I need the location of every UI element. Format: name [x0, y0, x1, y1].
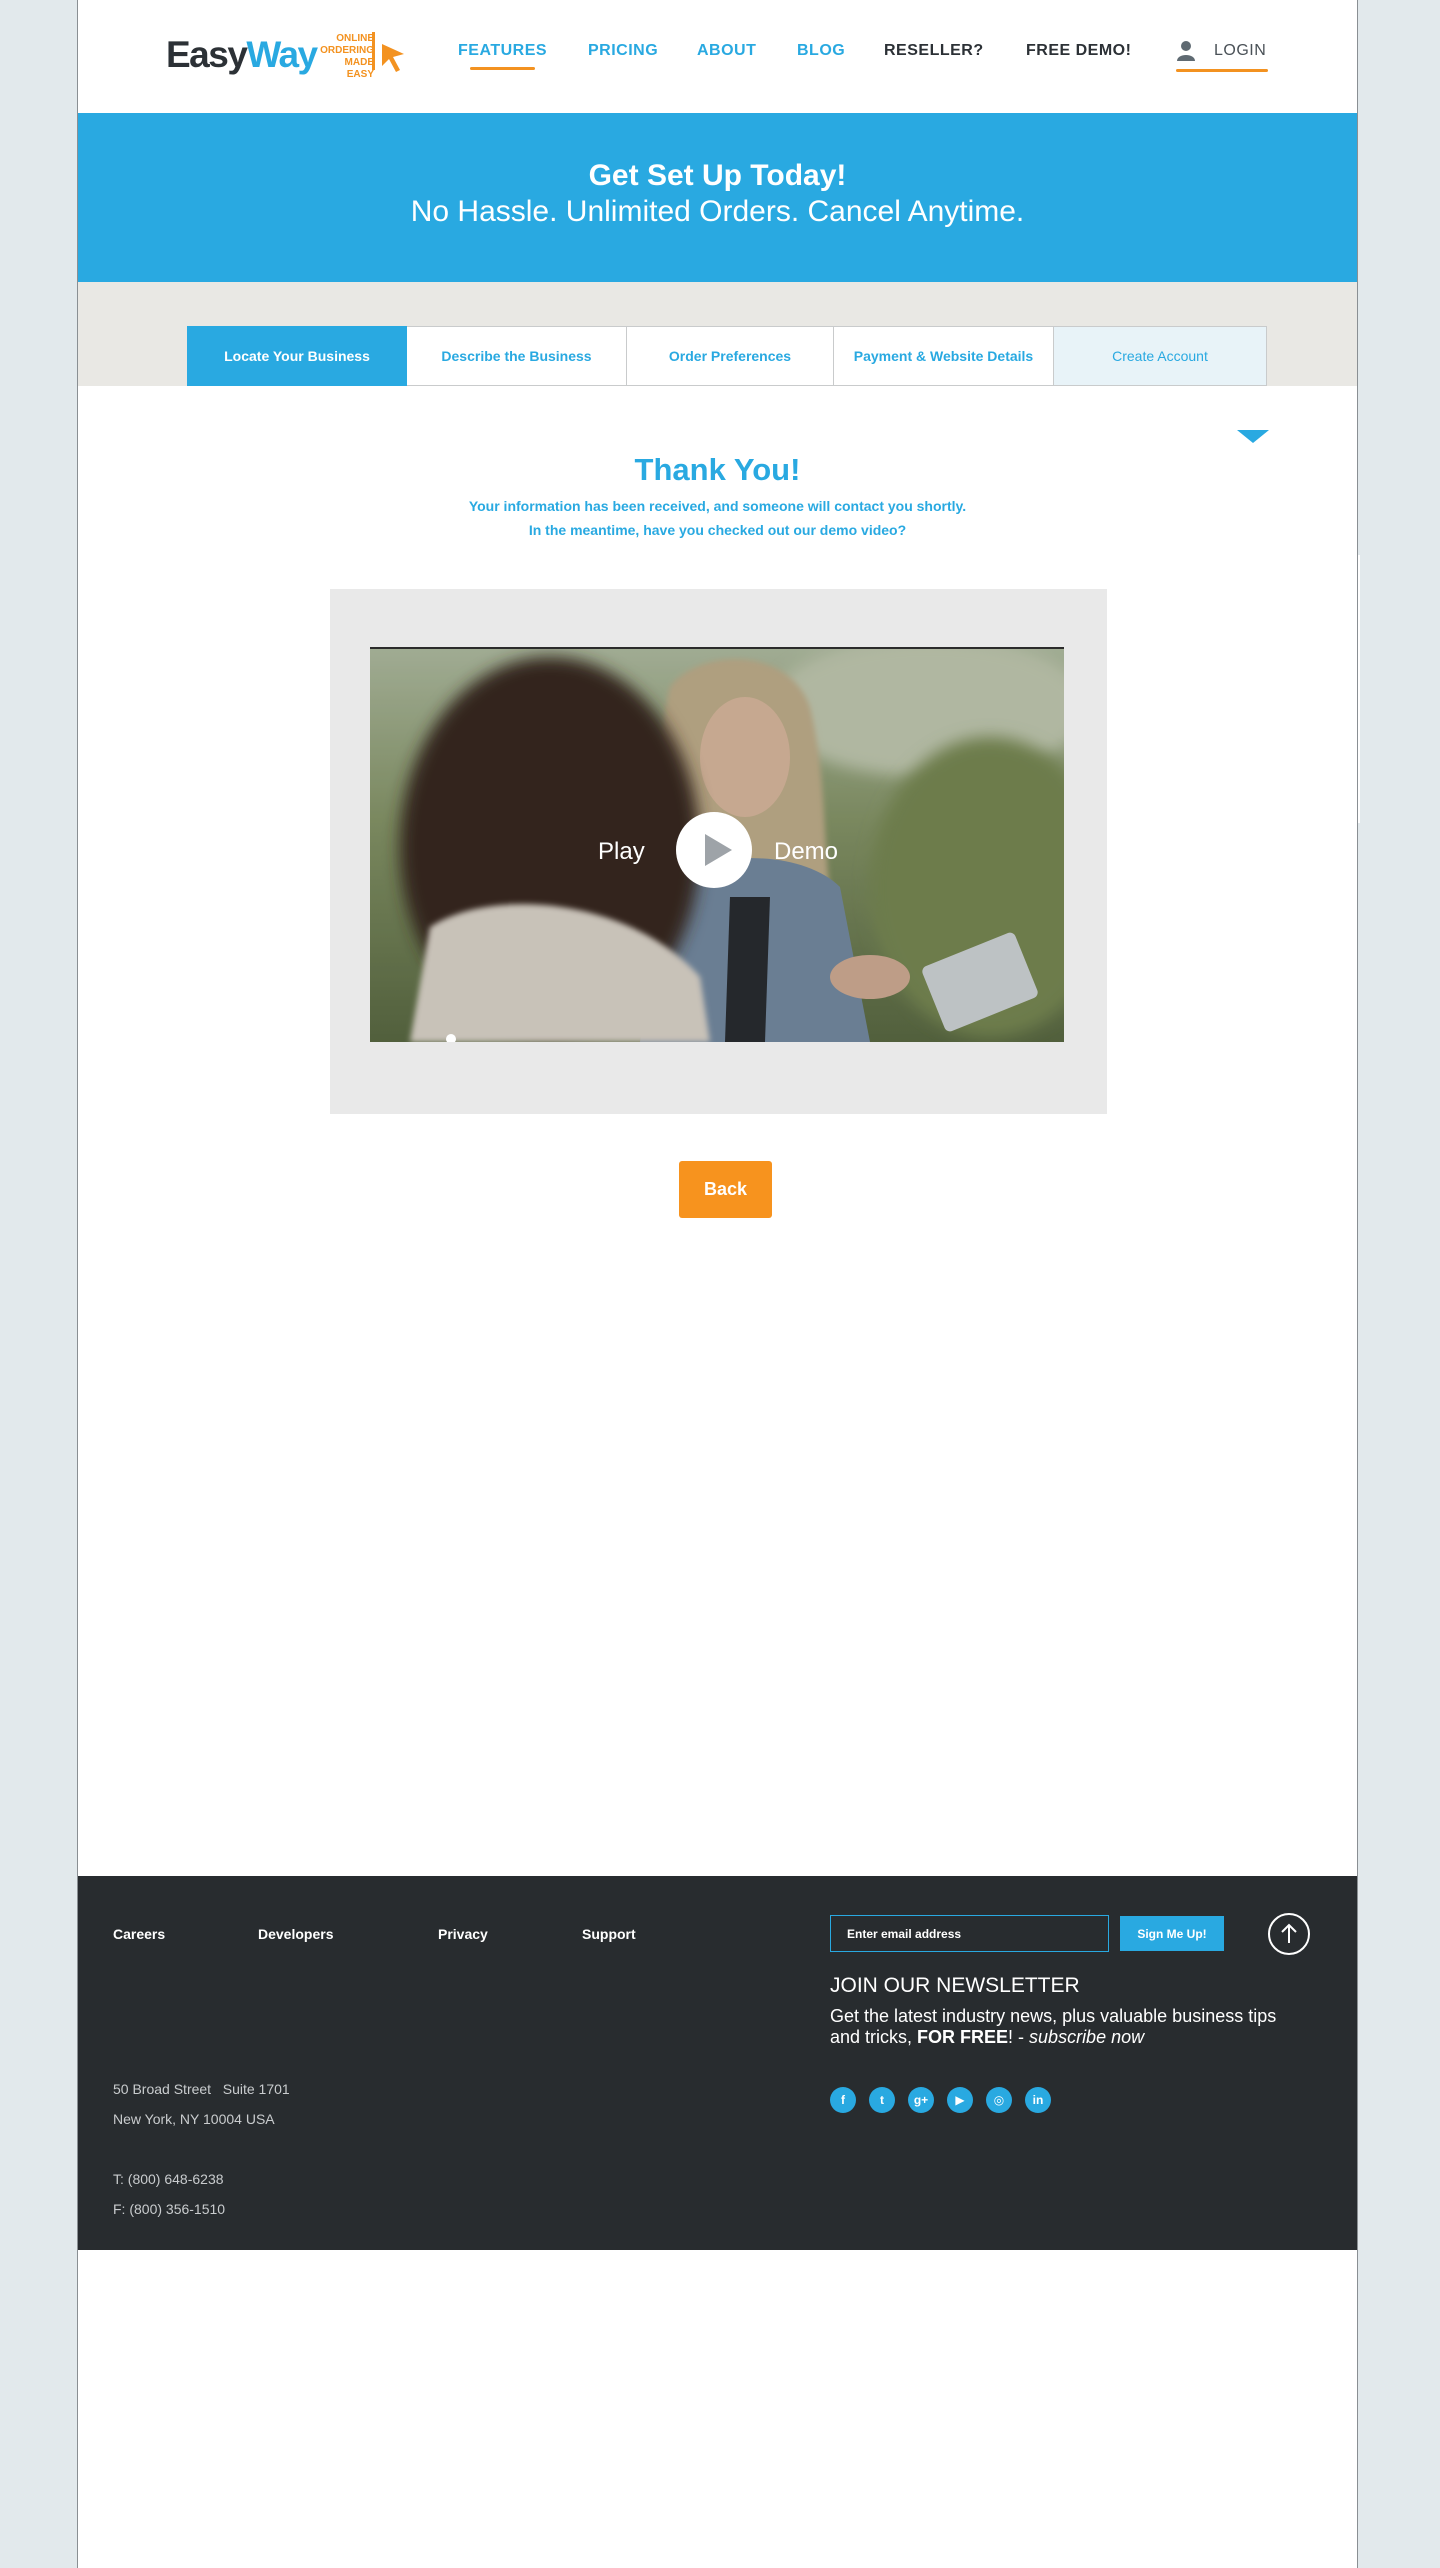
main-nav: FEATURES PRICING ABOUT BLOG RESELLER? FR… [78, 42, 1357, 72]
hero-subtitle: No Hassle. Unlimited Orders. Cancel Anyt… [410, 195, 1025, 228]
play-icon[interactable] [676, 812, 752, 888]
demo-video[interactable]: Play Demo [370, 647, 1064, 1042]
site-header: EasyWay ONLINE ORDERING MADE EASY FEATUR… [78, 0, 1357, 113]
video-top-bar [370, 647, 1064, 649]
step-order-preferences[interactable]: Order Preferences [627, 326, 834, 386]
newsletter-title: JOIN OUR NEWSLETTER [830, 1974, 1080, 1997]
nav-pricing[interactable]: PRICING [588, 42, 658, 60]
current-step-pointer [1237, 430, 1269, 443]
login-label: LOGIN [1214, 42, 1267, 59]
newsletter-text: Get the latest industry news, plus valua… [830, 2006, 1300, 2048]
linkedin-icon[interactable]: in [1025, 2087, 1051, 2113]
nav-about[interactable]: ABOUT [697, 42, 756, 60]
google-plus-icon[interactable]: g+ [908, 2087, 934, 2113]
step-locate-business[interactable]: Locate Your Business [187, 326, 407, 386]
newsletter-email-input[interactable] [830, 1915, 1109, 1952]
youtube-icon[interactable]: ▶ [947, 2087, 973, 2113]
login-link[interactable]: LOGIN [1176, 36, 1268, 72]
video-play-label: Play [598, 838, 645, 865]
video-container: Play Demo [330, 589, 1107, 1114]
site-footer: Careers Developers Privacy Support 50 Br… [78, 1876, 1357, 2250]
signup-steps-band: Locate Your Business Describe the Busine… [78, 282, 1357, 443]
thank-you-message: Your information has been received, and … [468, 498, 967, 514]
footer-link-privacy[interactable]: Privacy [438, 1926, 488, 1942]
user-icon [1177, 41, 1195, 61]
nav-blog[interactable]: BLOG [797, 42, 845, 60]
video-progress-handle[interactable] [446, 1034, 456, 1042]
back-button[interactable]: Back [679, 1161, 772, 1218]
footer-address-city: New York, NY 10004 USA [113, 2111, 275, 2127]
hero-banner: Get Set Up Today! No Hassle. Unlimited O… [78, 113, 1357, 282]
demo-video-prompt: In the meantime, have you checked out ou… [528, 522, 907, 538]
step-payment-website[interactable]: Payment & Website Details [834, 326, 1054, 386]
nav-features[interactable]: FEATURES [458, 42, 547, 70]
footer-phone: T: (800) 648-6238 [113, 2171, 224, 2187]
footer-link-support[interactable]: Support [582, 1926, 636, 1942]
hero-title: Get Set Up Today! [588, 159, 847, 192]
footer-address-street: 50 Broad Street Suite 1701 [113, 2081, 290, 2097]
instagram-icon[interactable]: ◎ [986, 2087, 1012, 2113]
newsletter-text-bold: FOR FREE [917, 2027, 1009, 2047]
step-describe-business[interactable]: Describe the Business [407, 326, 627, 386]
login-underline [1176, 69, 1268, 72]
newsletter-subscribe-text: subscribe now [1029, 2027, 1145, 2047]
thank-you-heading: Thank You! [634, 452, 801, 487]
arrow-up-icon [1281, 1923, 1297, 1943]
footer-link-careers[interactable]: Careers [113, 1926, 165, 1942]
nav-free-demo[interactable]: FREE DEMO! [1026, 42, 1131, 60]
facebook-icon[interactable]: f [830, 2087, 856, 2113]
twitter-icon[interactable]: t [869, 2087, 895, 2113]
footer-fax: F: (800) 356-1510 [113, 2201, 226, 2217]
signup-stepper: Locate Your Business Describe the Busine… [187, 326, 1269, 443]
nav-reseller[interactable]: RESELLER? [884, 42, 984, 60]
video-demo-label: Demo [774, 838, 839, 865]
address-street: 50 Broad Street [113, 2081, 212, 2097]
step-create-account[interactable]: Create Account [1054, 326, 1267, 386]
page: EasyWay ONLINE ORDERING MADE EASY FEATUR… [77, 0, 1358, 2568]
back-to-top-button[interactable] [1268, 1913, 1310, 1955]
side-tab [1358, 555, 1360, 823]
footer-link-developers[interactable]: Developers [258, 1926, 333, 1942]
newsletter-text-sep: ! - [1008, 2027, 1030, 2047]
newsletter-signup-button[interactable]: Sign Me Up! [1120, 1916, 1224, 1951]
address-suite: Suite 1701 [222, 2081, 290, 2097]
